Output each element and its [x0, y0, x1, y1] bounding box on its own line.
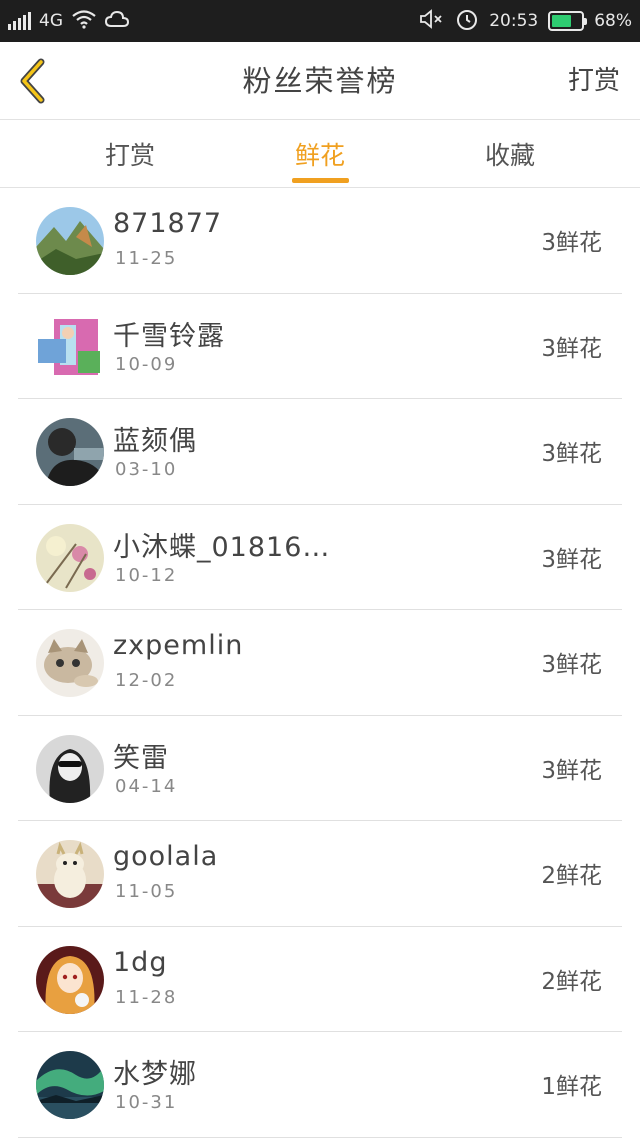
fan-name: 蓝颏偶	[113, 426, 197, 457]
tab-reward[interactable]: 打赏	[70, 121, 190, 188]
fan-name: 871877	[113, 208, 223, 239]
wifi-icon	[71, 9, 97, 34]
list-item[interactable]: 1dg 11-28 2鲜花	[0, 927, 640, 1032]
fan-name: goolala	[113, 841, 219, 872]
flower-count: 3鲜花	[541, 546, 602, 573]
toy-avatar	[36, 840, 104, 908]
status-bar: 4G 20:53 68%	[0, 0, 640, 42]
flower-count: 1鲜花	[541, 1074, 602, 1100]
fan-name: 水梦娜	[113, 1059, 197, 1090]
fan-date: 11-28	[115, 986, 178, 1008]
fan-date: 10-09	[115, 353, 178, 375]
flower-count: 2鲜花	[541, 968, 602, 995]
list-item[interactable]: 蓝颏偶 03-10 3鲜花	[0, 399, 640, 505]
flower-count: 2鲜花	[541, 863, 602, 889]
page-title: 粉丝荣誉榜	[242, 64, 398, 98]
fan-list: 871877 11-25 3鲜花 千雪铃露 10-09 3鲜花 蓝颏偶 03-1…	[0, 188, 640, 1138]
fan-name: 笑雷	[113, 742, 169, 774]
fan-name: 1dg	[113, 946, 168, 978]
fan-date: 04-14	[115, 775, 178, 797]
alarm-icon	[455, 7, 479, 36]
list-item[interactable]: 小沐蝶_01816… 10-12 3鲜花	[0, 505, 640, 610]
flower-count: 3鲜花	[541, 652, 602, 678]
list-item[interactable]: goolala 11-05 2鲜花	[0, 821, 640, 927]
flower-avatar	[36, 523, 104, 592]
reward-action-button[interactable]: 打赏	[568, 42, 620, 120]
aurora-avatar	[36, 1051, 104, 1119]
battery-icon	[548, 11, 588, 31]
collage-avatar	[36, 312, 104, 381]
active-tab-indicator	[292, 178, 349, 183]
flower-count: 3鲜花	[541, 230, 602, 256]
list-item[interactable]: 千雪铃露 10-09 3鲜花	[0, 294, 640, 399]
flower-count: 3鲜花	[541, 757, 602, 784]
fan-name: 千雪铃露	[113, 320, 225, 352]
flower-count: 3鲜花	[541, 441, 602, 467]
fan-date: 11-05	[115, 881, 178, 902]
battery-percent: 68%	[594, 11, 632, 31]
chevron-left-icon	[20, 58, 45, 104]
back-button[interactable]	[14, 56, 64, 106]
person-dark-avatar	[36, 418, 104, 486]
mute-icon	[419, 8, 445, 34]
list-item[interactable]: zxpemlin 12-02 3鲜花	[0, 610, 640, 716]
mountain-avatar	[36, 207, 104, 275]
header-bar: 粉丝荣誉榜 打赏	[0, 42, 640, 120]
girl-bw-avatar	[36, 734, 104, 803]
fan-date: 11-25	[115, 248, 178, 269]
flower-count: 3鲜花	[541, 335, 602, 362]
list-item[interactable]: 871877 11-25 3鲜花	[0, 188, 640, 294]
fan-name: 小沐蝶_01816…	[113, 531, 331, 563]
fan-date: 12-02	[115, 670, 178, 691]
network-type: 4G	[39, 11, 63, 31]
cloud-icon	[104, 10, 130, 33]
signal-icon	[8, 12, 31, 30]
fan-date: 10-12	[115, 564, 178, 586]
divider	[18, 1136, 622, 1138]
list-item[interactable]: 水梦娜 10-31 1鲜花	[0, 1032, 640, 1138]
anime-avatar	[36, 945, 104, 1014]
fan-date: 10-31	[115, 1092, 178, 1113]
list-item[interactable]: 笑雷 04-14 3鲜花	[0, 716, 640, 821]
tab-favorites[interactable]: 收藏	[450, 121, 570, 188]
fan-date: 03-10	[115, 459, 178, 480]
kitten-avatar	[36, 629, 104, 697]
fan-name: zxpemlin	[113, 630, 244, 661]
clock-time: 20:53	[489, 11, 539, 31]
